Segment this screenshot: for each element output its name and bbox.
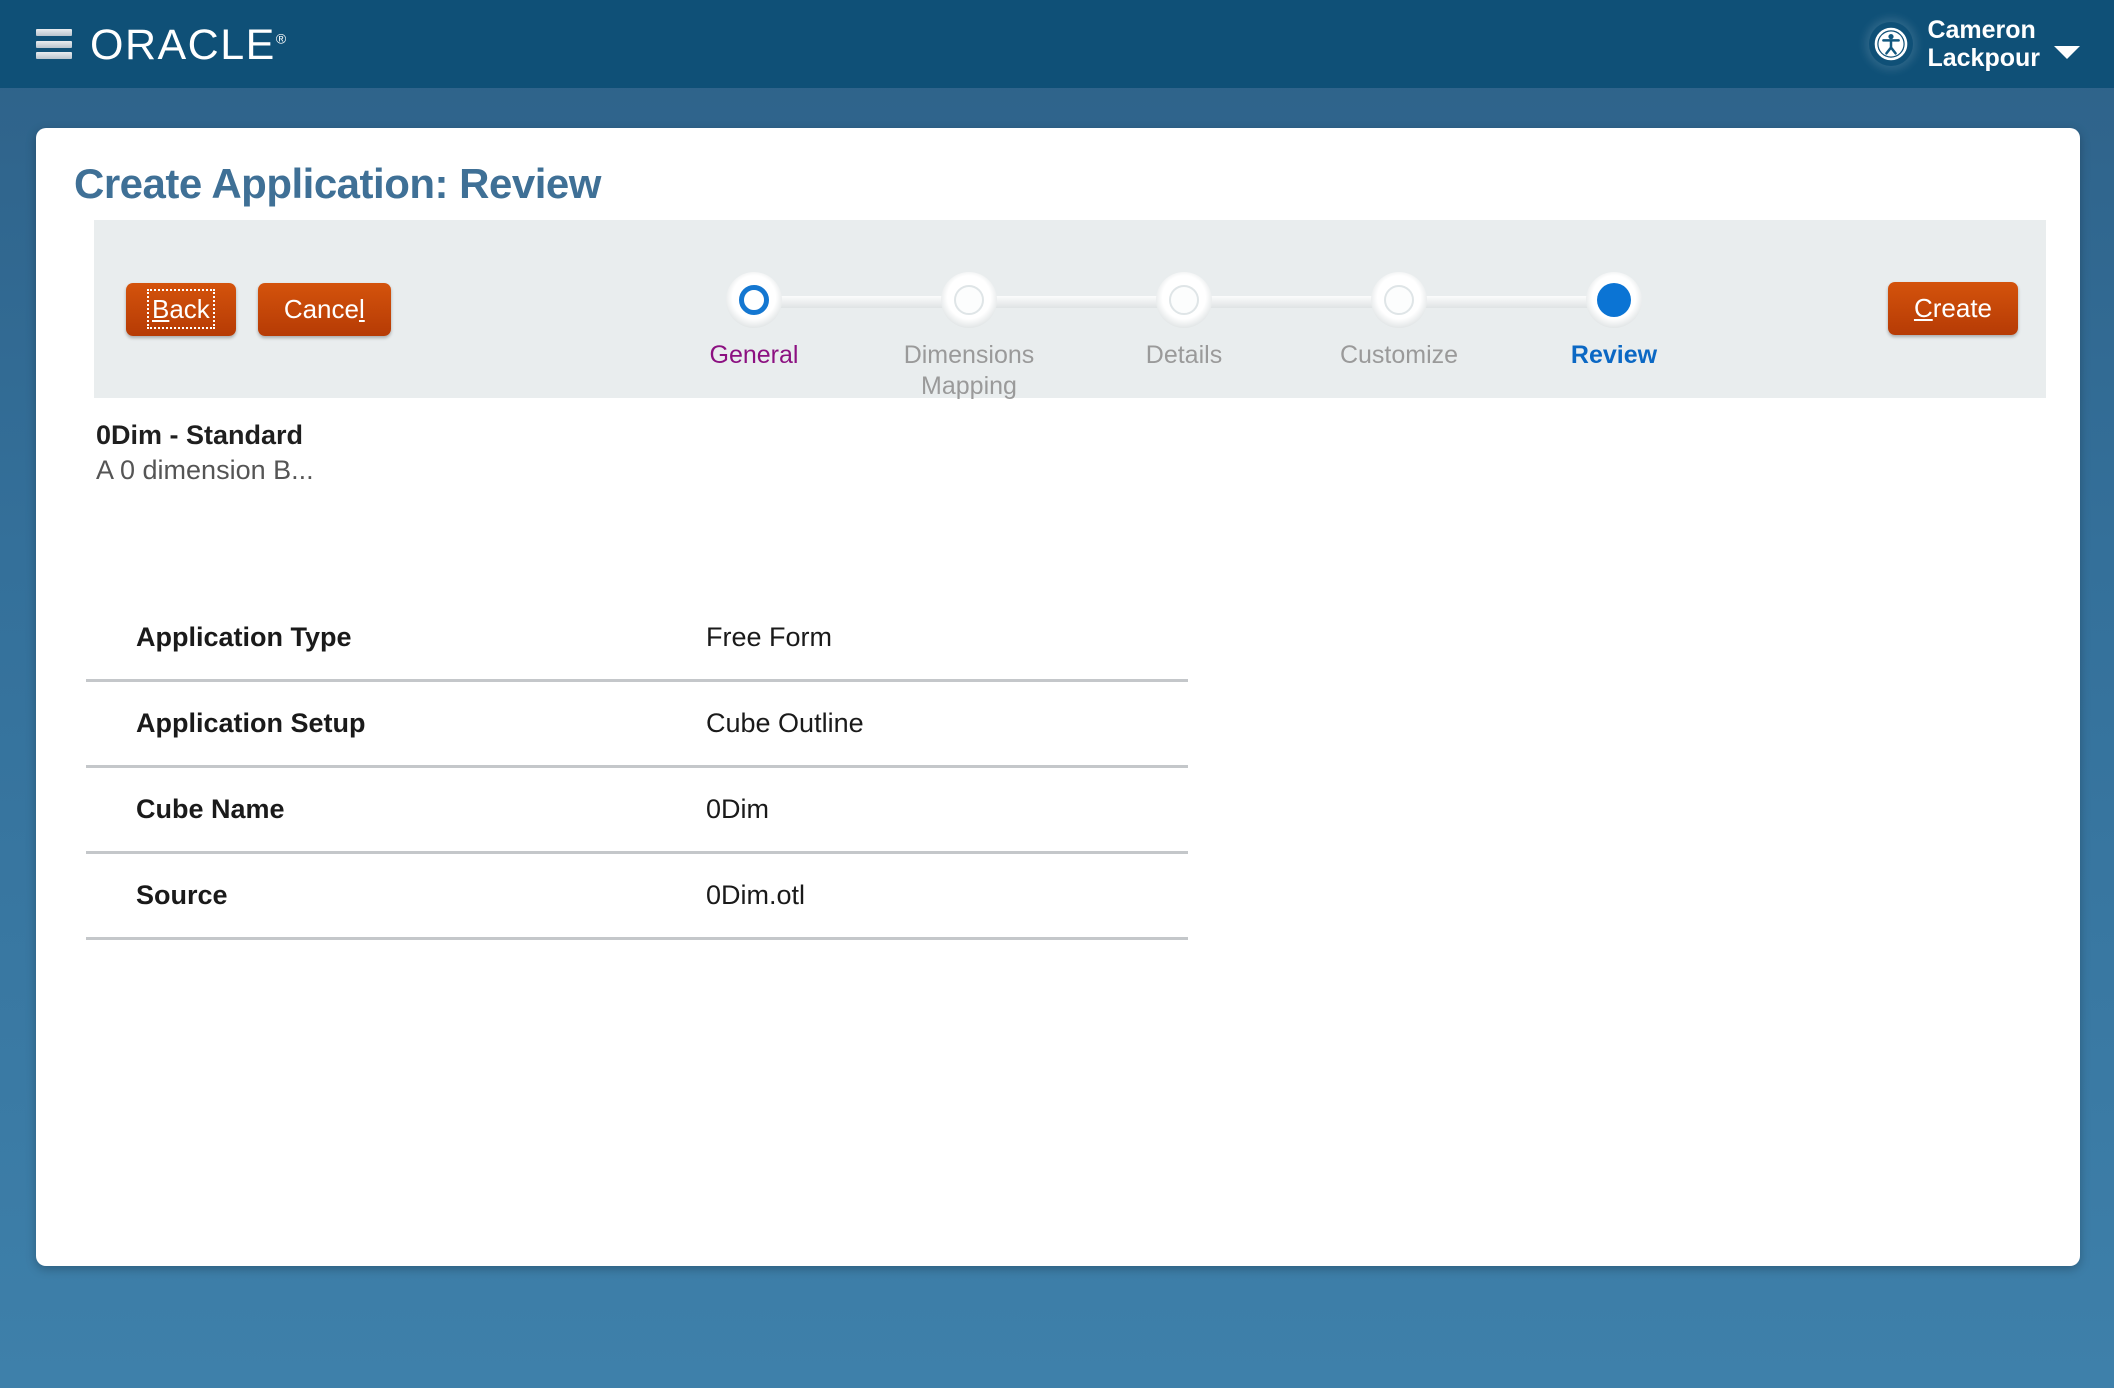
- step-marker-icon: [1586, 272, 1642, 328]
- back-button-rest: ack: [169, 293, 210, 324]
- wizard-train-bar: Back Cancel General Dimensions Mapping D…: [94, 220, 2046, 401]
- global-header: ORACLE® Cameron Lackpour: [0, 0, 2114, 88]
- step-marker-icon: [726, 272, 782, 328]
- hamburger-menu-icon[interactable]: [36, 29, 72, 59]
- step-marker-icon: [941, 272, 997, 328]
- detail-label: Source: [86, 852, 706, 941]
- wizard-step-review[interactable]: Review: [1514, 272, 1714, 371]
- detail-value: 0Dim.otl: [706, 852, 1188, 941]
- page-title: Create Application: Review: [74, 160, 601, 207]
- cancel-button[interactable]: Cancel: [257, 282, 391, 336]
- wizard-step-dimensions-mapping[interactable]: Dimensions Mapping: [869, 272, 1069, 401]
- cancel-button-label: Cancel: [283, 293, 365, 324]
- detail-label: Application Type: [86, 596, 706, 683]
- back-button[interactable]: Back: [126, 282, 236, 336]
- create-button-wrap: Create: [1887, 282, 2018, 335]
- step-label: Review: [1570, 341, 1658, 369]
- create-button[interactable]: Create: [1887, 282, 2018, 335]
- user-menu[interactable]: Cameron Lackpour: [1869, 16, 2090, 72]
- create-button-label: Create: [1913, 293, 1992, 323]
- detail-label: Application Setup: [86, 680, 706, 769]
- back-button-label: Back: [147, 288, 215, 329]
- wizard-steps: General Dimensions Mapping Details Custo…: [654, 220, 1714, 401]
- content-card: Create Application: Review Back Cancel G…: [36, 128, 2080, 1266]
- review-details-table: Application Type Free Form Application S…: [86, 596, 1188, 941]
- table-row: Cube Name 0Dim: [86, 766, 1188, 855]
- step-label: Customize: [1339, 341, 1459, 369]
- application-summary-title: 0Dim - Standard: [96, 420, 304, 450]
- application-summary-description: A 0 dimension B...: [96, 455, 314, 486]
- table-row: Source 0Dim.otl: [86, 852, 1188, 941]
- oracle-logo-text: ORACLE: [90, 20, 276, 69]
- brand-area: ORACLE®: [36, 22, 286, 67]
- step-label: General: [709, 341, 799, 369]
- oracle-logo[interactable]: ORACLE®: [90, 22, 286, 67]
- user-first-name: Cameron: [1927, 16, 2036, 44]
- detail-value: 0Dim: [706, 766, 1188, 855]
- step-label: Dimensions Mapping: [903, 341, 1035, 400]
- avatar: [1869, 22, 1914, 66]
- page-root: ORACLE® Cameron Lackpour Create Applicat…: [0, 0, 2114, 1388]
- wizard-step-customize[interactable]: Customize: [1299, 272, 1499, 371]
- detail-label: Cube Name: [86, 766, 706, 855]
- user-name: Cameron Lackpour: [1927, 16, 2040, 72]
- chevron-down-icon[interactable]: [2054, 45, 2080, 59]
- user-last-name: Lackpour: [1927, 44, 2040, 72]
- wizard-step-general[interactable]: General: [654, 272, 854, 371]
- wizard-step-details[interactable]: Details: [1084, 272, 1284, 371]
- wizard-nav-buttons: Back Cancel: [126, 282, 391, 336]
- application-summary: 0Dim - Standard A 0 dimension B...: [96, 418, 2080, 488]
- detail-value: Free Form: [706, 596, 1188, 683]
- detail-value: Cube Outline: [706, 680, 1188, 769]
- step-marker-icon: [1371, 272, 1427, 328]
- step-marker-icon: [1156, 272, 1212, 328]
- table-row: Application Setup Cube Outline: [86, 680, 1188, 769]
- table-row: Application Type Free Form: [86, 596, 1188, 683]
- step-label: Details: [1145, 341, 1223, 369]
- registered-mark-icon: ®: [275, 30, 287, 47]
- review-content: 0Dim - Standard A 0 dimension B... Appli…: [36, 418, 2080, 941]
